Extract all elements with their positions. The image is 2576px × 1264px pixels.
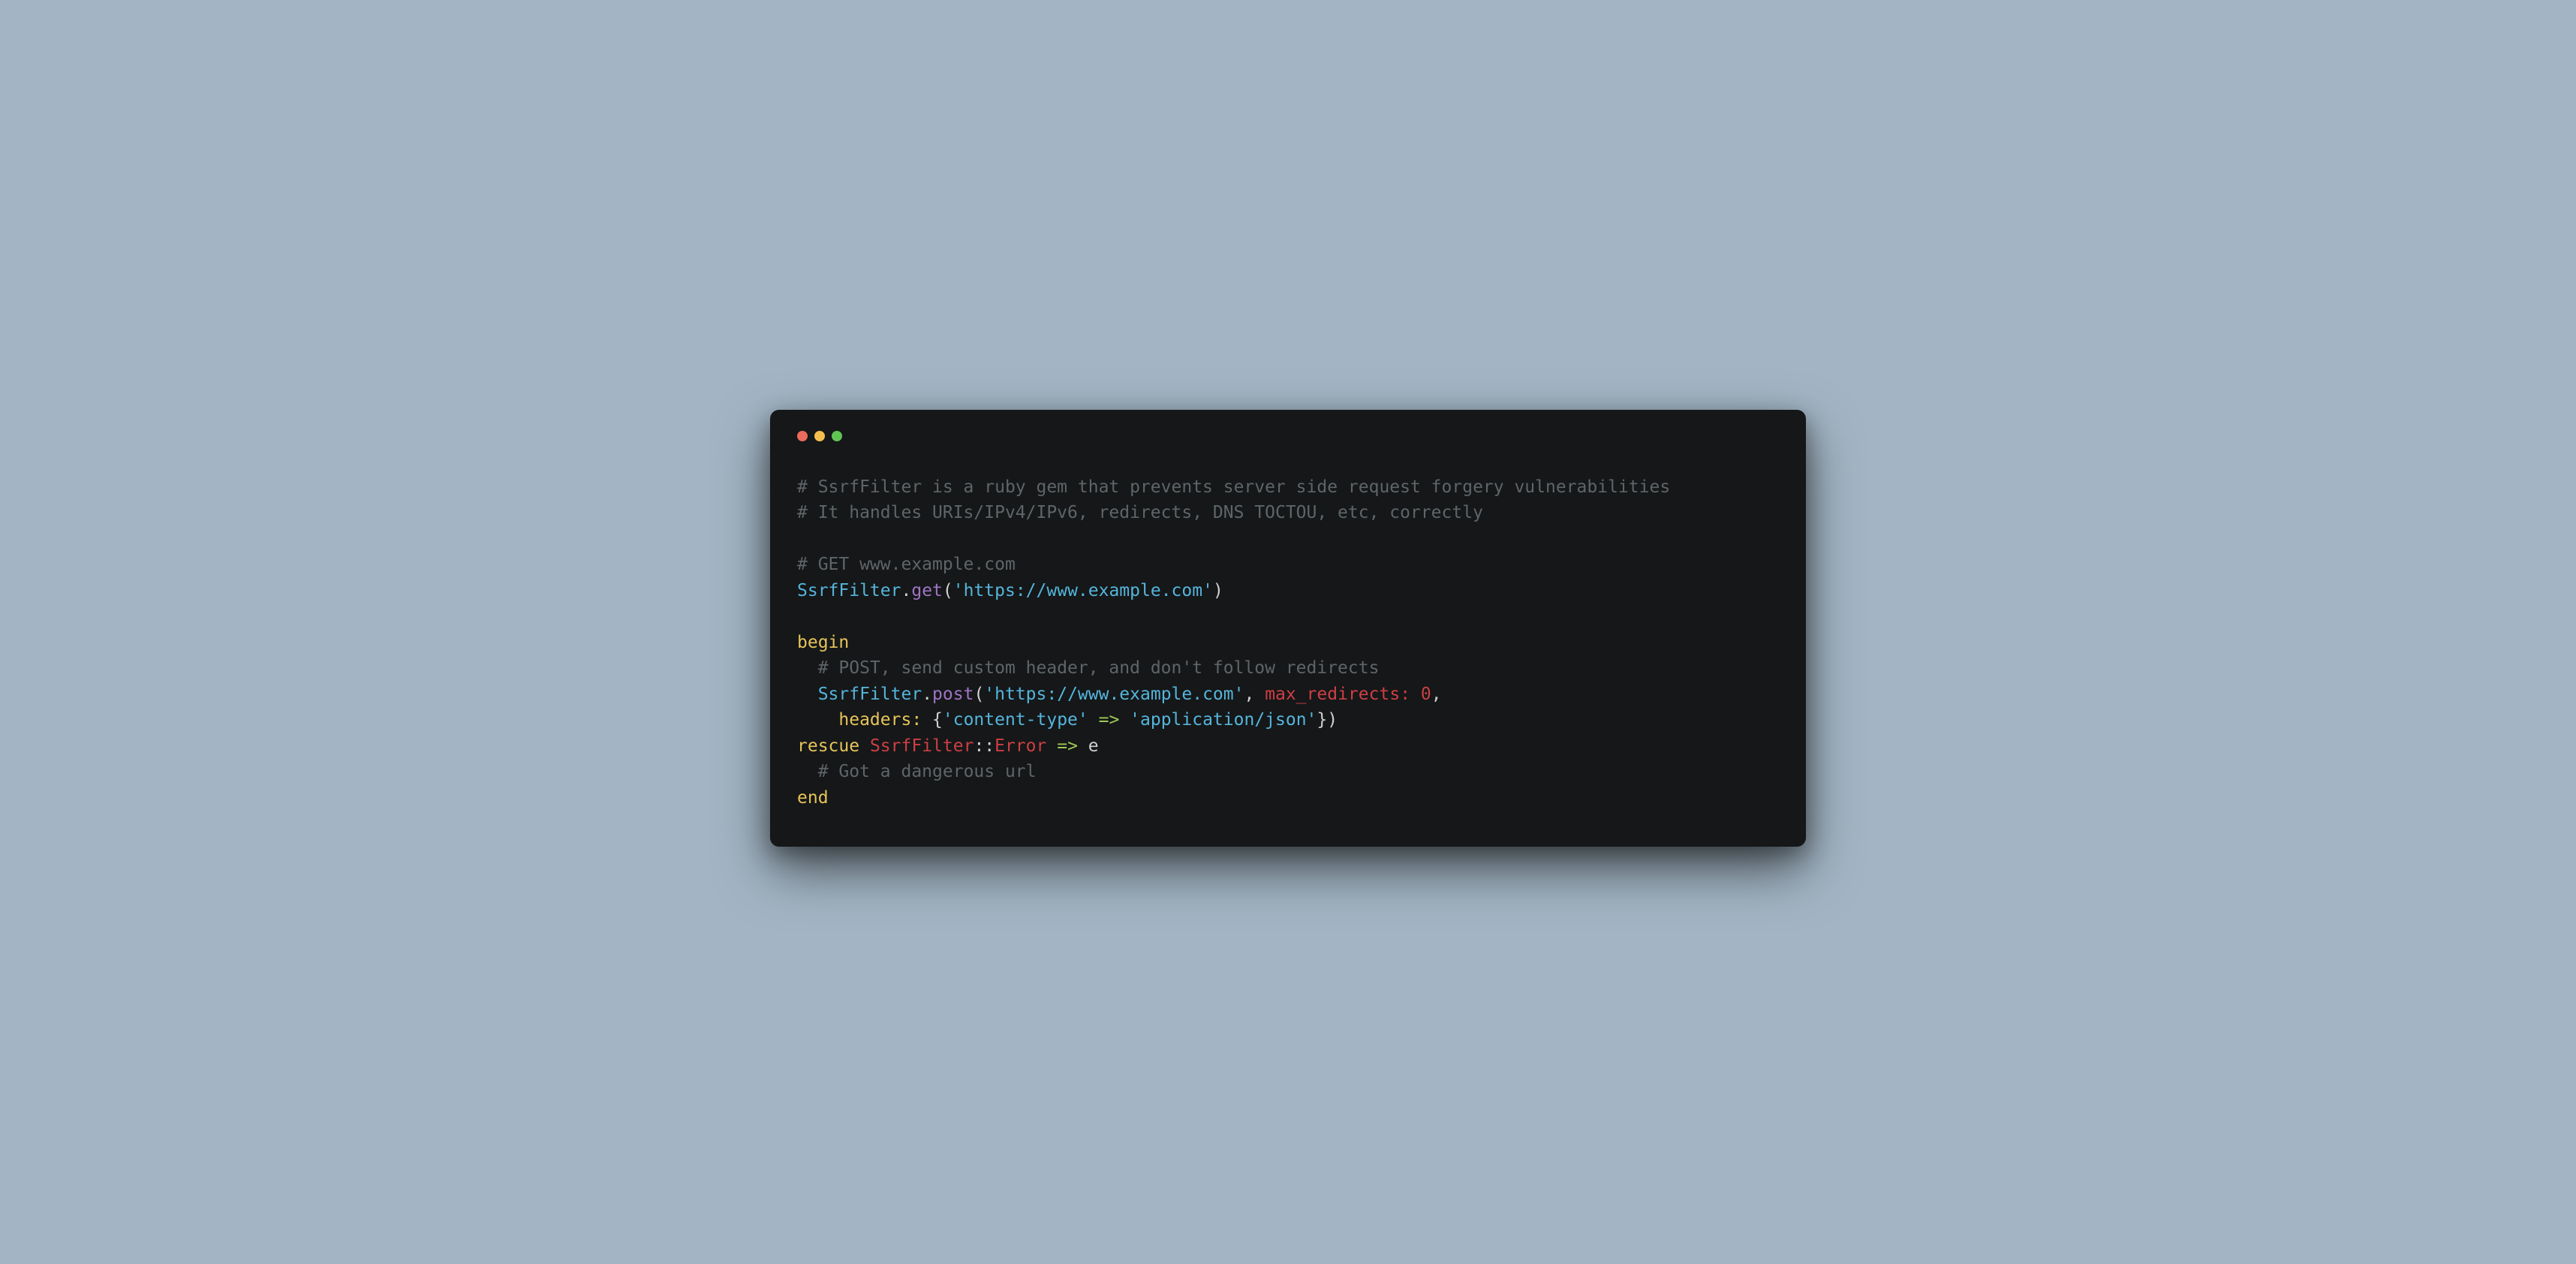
number-literal: 0: [1421, 685, 1431, 704]
code-window: # SsrfFilter is a ruby gem that prevents…: [770, 410, 1806, 847]
indent: [797, 762, 818, 781]
code-comment: # POST, send custom header, and don't fo…: [818, 658, 1380, 678]
string-literal: 'https://www.example.com': [984, 685, 1244, 704]
indent: [797, 710, 838, 730]
scope-operator: ::: [974, 736, 995, 756]
code-comment: # It handles URIs/IPv4/IPv6, redirects, …: [797, 503, 1483, 522]
paren: (: [943, 581, 953, 600]
string-literal: 'application/json': [1130, 710, 1317, 730]
variable: e: [1088, 736, 1099, 756]
hashrocket: =>: [1046, 736, 1088, 756]
string-literal: 'content-type': [943, 710, 1088, 730]
indent: [797, 685, 818, 704]
space: [1410, 685, 1421, 704]
class-name: SsrfFilter: [818, 685, 922, 704]
minimize-icon[interactable]: [814, 431, 825, 441]
comma: ,: [1244, 685, 1265, 704]
string-literal: 'https://www.example.com': [953, 581, 1213, 600]
maximize-icon[interactable]: [832, 431, 842, 441]
error-class: Error: [995, 736, 1046, 756]
code-comment: # Got a dangerous url: [818, 762, 1037, 781]
symbol: max_redirects:: [1265, 685, 1410, 704]
code-block: # SsrfFilter is a ruby gem that prevents…: [797, 474, 1779, 811]
keyword: begin: [797, 633, 849, 652]
symbol: headers:: [838, 710, 922, 730]
brace: {: [932, 710, 943, 730]
brace: }): [1317, 710, 1338, 730]
space: [859, 736, 870, 756]
comma: ,: [1431, 685, 1442, 704]
window-titlebar: [797, 431, 1779, 441]
indent: [797, 658, 818, 678]
class-name: SsrfFilter: [870, 736, 974, 756]
dot: .: [922, 685, 932, 704]
close-icon[interactable]: [797, 431, 808, 441]
method-call: get: [911, 581, 943, 600]
keyword: end: [797, 788, 829, 808]
code-comment: # GET www.example.com: [797, 555, 1016, 574]
code-comment: # SsrfFilter is a ruby gem that prevents…: [797, 477, 1670, 497]
class-name: SsrfFilter: [797, 581, 901, 600]
paren: (: [974, 685, 984, 704]
space: [922, 710, 932, 730]
keyword: rescue: [797, 736, 859, 756]
hashrocket: =>: [1088, 710, 1130, 730]
paren: ): [1213, 581, 1223, 600]
method-call: post: [932, 685, 974, 704]
dot: .: [901, 581, 911, 600]
